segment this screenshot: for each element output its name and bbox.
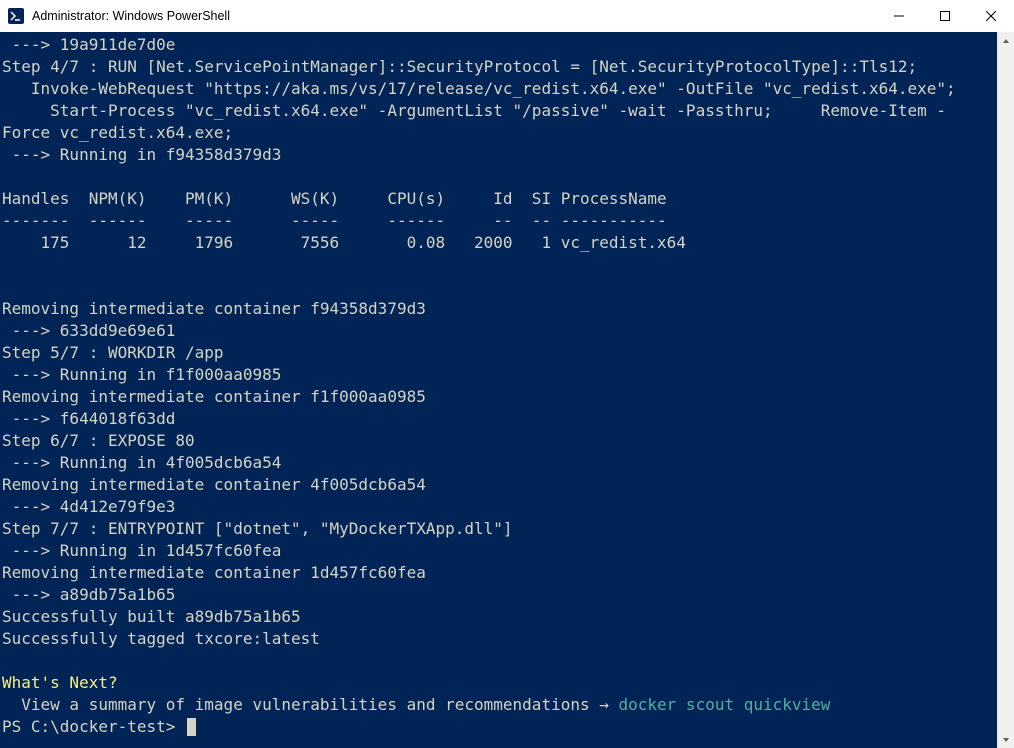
window-controls (876, 0, 1014, 32)
cursor (187, 718, 196, 736)
prompt: PS C:\docker-test> (2, 717, 185, 736)
window-title: Administrator: Windows PowerShell (32, 9, 876, 23)
scroll-up-button[interactable] (997, 32, 1014, 49)
close-button[interactable] (968, 0, 1014, 32)
minimize-button[interactable] (876, 0, 922, 32)
titlebar: Administrator: Windows PowerShell (0, 0, 1014, 32)
terminal-output[interactable]: ---> 19a911de7d0e Step 4/7 : RUN [Net.Se… (0, 32, 997, 748)
maximize-button[interactable] (922, 0, 968, 32)
scrollbar[interactable] (997, 32, 1014, 748)
scroll-down-button[interactable] (997, 731, 1014, 748)
terminal-area: ---> 19a911de7d0e Step 4/7 : RUN [Net.Se… (0, 32, 1014, 748)
powershell-icon (8, 8, 24, 24)
suggested-command: docker scout quickview (619, 695, 831, 714)
whats-next-heading: What's Next? (2, 673, 118, 692)
